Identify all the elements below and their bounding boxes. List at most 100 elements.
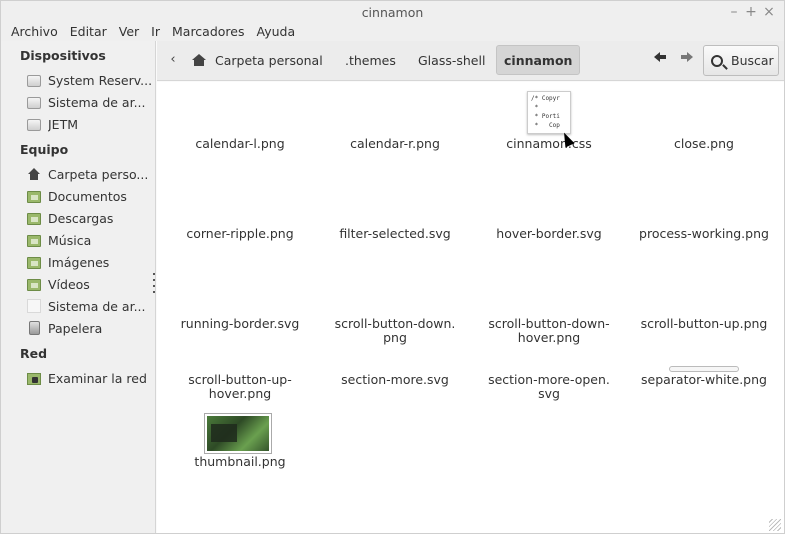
folder-icon [27, 212, 41, 225]
sidebar-item-label: Vídeos [48, 276, 90, 292]
file-grid: calendar-l.png calendar-r.png /* Copyr *… [157, 82, 784, 533]
sidebar-item-label: Música [48, 232, 92, 248]
sidebar-item-label: Sistema de ar... [48, 298, 146, 314]
sidebar-item-documentos[interactable]: Documentos [27, 186, 153, 206]
file-name-line2: hover.png [208, 386, 272, 401]
file-item[interactable]: section-more.svg [320, 373, 470, 387]
menu-ir[interactable]: Ir [146, 23, 165, 41]
breadcrumb-carpeta-personal[interactable]: Carpeta personal [185, 45, 330, 75]
file-name: close.png [674, 136, 734, 151]
window-title: cinnamon [361, 4, 424, 20]
file-item[interactable]: filter-selected.svg [320, 227, 470, 241]
sidebar-item-sistema-de-archivos[interactable]: Sistema de ar... [27, 92, 153, 112]
file-item[interactable]: thumbnail.png [165, 455, 315, 469]
sidebar-item-imagenes[interactable]: Imágenes [27, 252, 153, 272]
forward-arrow-icon[interactable] [678, 51, 696, 69]
file-item[interactable]: scroll-button-down- hover.png [474, 317, 624, 345]
menu-archivo[interactable]: Archivo [6, 23, 63, 41]
file-name: process-working.png [639, 226, 769, 241]
image-thumbnail[interactable] [204, 413, 272, 454]
sidebar-item-carpeta-personal[interactable]: Carpeta perso... [27, 164, 153, 184]
sidebar-item-jetm[interactable]: JETM [27, 114, 153, 134]
drive-icon [27, 96, 41, 109]
close-icon[interactable]: × [760, 3, 778, 21]
sidebar-item-label: JETM [48, 116, 79, 132]
file-name-line2: svg [538, 386, 560, 401]
breadcrumb-themes[interactable]: .themes [338, 45, 403, 75]
toolbar: ‹ Carpeta personal .themes Glass-shell c… [157, 41, 784, 81]
sidebar-section-equipo: Equipo [20, 142, 69, 157]
sidebar-item-label: Carpeta perso... [48, 166, 149, 182]
folder-icon [27, 278, 41, 291]
minimize-icon[interactable]: – [725, 3, 743, 21]
sidebar-item-videos[interactable]: Vídeos [27, 274, 153, 294]
menu-bar: Archivo Editar Ver Ir Marcadores Ayuda [1, 22, 784, 41]
file-item[interactable]: separator-white.png [629, 373, 779, 387]
file-name: separator-white.png [641, 372, 767, 387]
file-item[interactable]: calendar-r.png [320, 137, 470, 151]
menu-marcadores[interactable]: Marcadores [167, 23, 250, 41]
sidebar-item-papelera[interactable]: Papelera [27, 318, 153, 338]
drive-icon [27, 74, 41, 87]
sidebar-section-dispositivos: Dispositivos [20, 48, 106, 63]
home-icon [192, 54, 206, 66]
file-name-line1: section-more-open. [488, 372, 610, 387]
home-icon [27, 167, 41, 181]
breadcrumb-cinnamon[interactable]: cinnamon [496, 45, 581, 75]
search-button-label: Buscar [731, 53, 774, 68]
file-name: hover-border.svg [496, 226, 602, 241]
file-name: calendar-r.png [350, 136, 440, 151]
sidebar-item-sistema-de-archivos-2[interactable]: Sistema de ar... [27, 296, 153, 316]
file-item[interactable]: calendar-l.png [165, 137, 315, 151]
maximize-icon[interactable]: + [742, 3, 760, 21]
sidebar-item-label: Imágenes [48, 254, 110, 270]
file-name: thumbnail.png [194, 454, 286, 469]
back-arrow-icon[interactable] [651, 51, 669, 69]
breadcrumb-label: .themes [345, 52, 396, 68]
sidebar-item-label: Papelera [48, 320, 103, 336]
file-item[interactable]: scroll-button-down. png [320, 317, 470, 345]
file-name: calendar-l.png [195, 136, 285, 151]
file-name-line1: scroll-button-up- [188, 372, 292, 387]
sidebar-item-descargas[interactable]: Descargas [27, 208, 153, 228]
sidebar-resize-handle[interactable] [153, 273, 156, 299]
file-name-line2: hover.png [517, 330, 581, 345]
sidebar-item-examinar-la-red[interactable]: Examinar la red [27, 368, 153, 388]
menu-editar[interactable]: Editar [65, 23, 112, 41]
file-name: filter-selected.svg [339, 226, 451, 241]
file-item[interactable]: section-more-open. svg [474, 373, 624, 401]
folder-icon [27, 190, 41, 203]
sidebar-item-label: Documentos [48, 188, 127, 204]
file-name: running-border.svg [180, 316, 300, 331]
breadcrumb-glass-shell[interactable]: Glass-shell [411, 45, 492, 75]
file-item[interactable]: hover-border.svg [474, 227, 624, 241]
file-item[interactable]: cinnamon.css [474, 137, 624, 151]
sidebar-section-red: Red [20, 346, 48, 361]
sidebar-item-musica[interactable]: Música [27, 230, 153, 250]
file-item[interactable]: scroll-button-up- hover.png [165, 373, 315, 401]
file-item[interactable]: process-working.png [629, 227, 779, 241]
file-item[interactable]: running-border.svg [165, 317, 315, 331]
file-name-line1: scroll-button-down- [488, 316, 610, 331]
search-icon [711, 54, 723, 67]
file-item[interactable]: close.png [629, 137, 779, 151]
file-name: corner-ripple.png [186, 226, 294, 241]
file-name: section-more.svg [341, 372, 449, 387]
file-item[interactable]: corner-ripple.png [165, 227, 315, 241]
trash-icon [29, 321, 40, 335]
menu-ver[interactable]: Ver [114, 23, 144, 41]
menu-ayuda[interactable]: Ayuda [252, 23, 301, 41]
sidebar-item-system-reserved[interactable]: System Reserv... [27, 70, 153, 90]
sidebar-item-label: Sistema de ar... [48, 94, 146, 110]
sidebar-item-label: System Reserv... [48, 72, 153, 88]
file-name-line2: png [383, 330, 407, 345]
file-item[interactable]: scroll-button-up.png [629, 317, 779, 331]
sidebar-item-label: Descargas [48, 210, 114, 226]
file-name: scroll-button-up.png [640, 316, 768, 331]
resize-grip-icon[interactable] [769, 519, 781, 531]
css-file-thumbnail[interactable]: /* Copyr * * Porti * Cop [527, 91, 571, 134]
search-button[interactable]: Buscar [703, 45, 779, 76]
breadcrumb-scroll-left-icon[interactable]: ‹ [164, 51, 182, 69]
title-bar[interactable]: cinnamon [1, 1, 784, 23]
file-manager-window: cinnamon – + × Archivo Editar Ver Ir Mar… [0, 0, 785, 534]
